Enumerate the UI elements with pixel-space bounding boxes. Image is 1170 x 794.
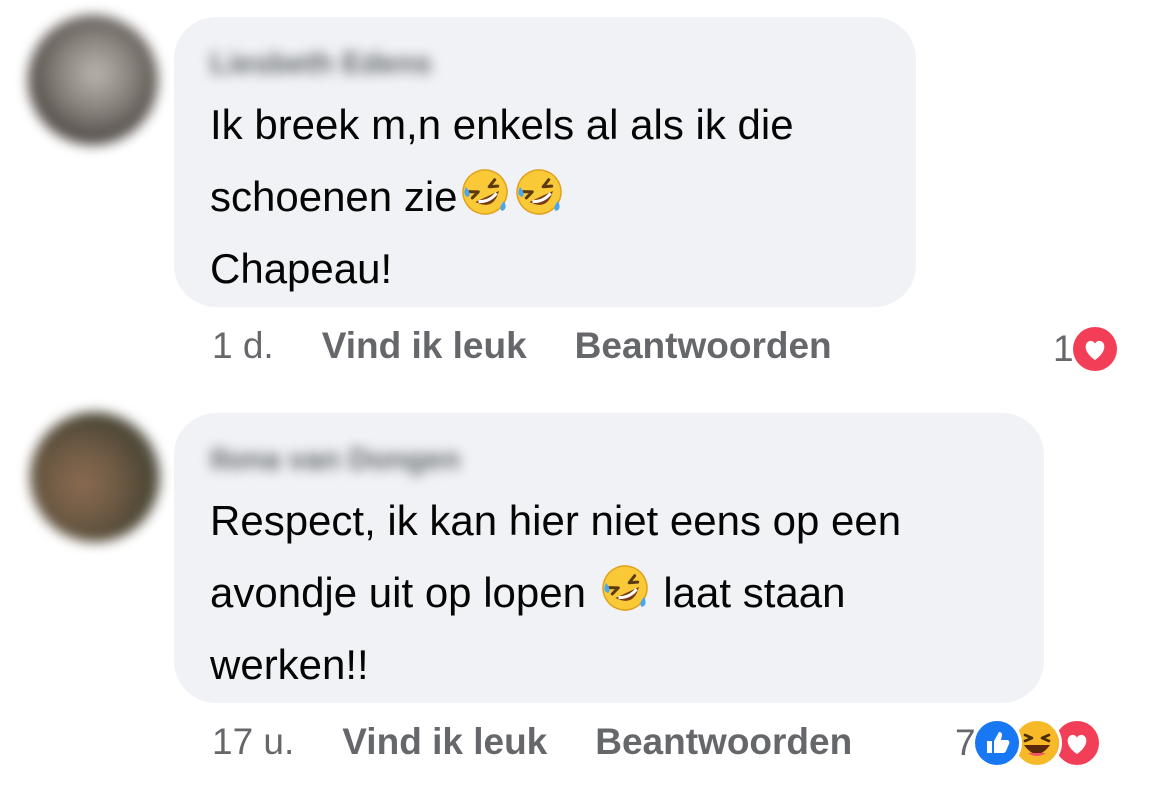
comment-line: laat staan [663, 569, 846, 616]
avatar[interactable] [30, 412, 160, 542]
comment-line: avondje uit op lopen [210, 569, 586, 616]
reply-button[interactable]: Beantwoorden [595, 721, 852, 762]
comment-line: Chapeau! [210, 245, 393, 292]
avatar[interactable] [28, 15, 158, 145]
comment-actions: 17 u. Vind ik leuk Beantwoorden [212, 720, 852, 764]
like-icon [971, 718, 1022, 768]
comment-actions: 1 d. Vind ik leuk Beantwoorden [212, 324, 832, 368]
reaction-summary[interactable]: 1 [1053, 324, 1120, 374]
reply-button[interactable]: Beantwoorden [575, 325, 832, 366]
rofl-emoji-icon [514, 167, 564, 217]
comment-bubble: Ilona van Dongen Respect, ik kan hier ni… [174, 413, 1044, 703]
comment-timestamp[interactable]: 1 d. [212, 325, 274, 366]
comment-line: Respect, ik kan hier niet eens op een [210, 497, 902, 544]
comment-author[interactable]: Ilona van Dongen [210, 441, 1008, 479]
like-button[interactable]: Vind ik leuk [342, 721, 547, 762]
heart-icon [1069, 324, 1120, 374]
like-button[interactable]: Vind ik leuk [322, 325, 527, 366]
comment-text: Ik breek m,n enkels al als ik die schoen… [210, 89, 880, 305]
comment-author[interactable]: Liesbeth Edens [210, 45, 880, 83]
rofl-emoji-icon [460, 167, 510, 217]
comment-timestamp[interactable]: 17 u. [212, 721, 294, 762]
rofl-emoji-icon [600, 563, 650, 613]
comment-line: Ik breek m,n enkels al als ik die [210, 101, 794, 148]
comment-line: schoenen zie [210, 173, 458, 220]
reaction-summary[interactable]: 7 [955, 718, 1102, 768]
comment-bubble: Liesbeth Edens Ik breek m,n enkels al al… [174, 17, 916, 307]
comment-text: Respect, ik kan hier niet eens op een av… [210, 485, 1008, 701]
comment-line: werken!! [210, 641, 369, 688]
